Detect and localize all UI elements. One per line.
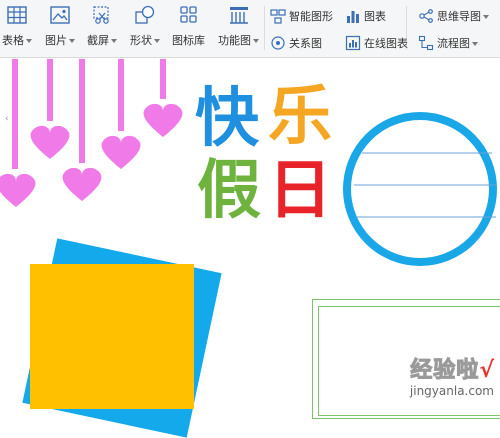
heart-shape — [30, 125, 70, 159]
onlinechart-button[interactable]: 在线图表 — [345, 35, 408, 51]
smartart-label: 智能图形 — [289, 10, 333, 23]
chart-button[interactable]: 图表 — [345, 8, 386, 24]
shape-button[interactable]: 形状 — [130, 4, 160, 47]
bar-chart-icon — [345, 8, 361, 24]
smartart-icon — [270, 8, 286, 24]
heart-string — [79, 59, 85, 163]
picture-label: 图片 — [45, 34, 67, 47]
chart-label: 图表 — [364, 10, 386, 23]
mindmap-label: 思维导图 — [437, 10, 481, 23]
iconlib-label: 图标库 — [172, 34, 205, 47]
flowchart-icon — [418, 35, 434, 51]
heart-string — [12, 59, 18, 169]
title-char-kuai[interactable]: 快 — [195, 87, 259, 151]
flowchart-label: 流程图 — [437, 37, 470, 50]
chevron-down-icon — [154, 39, 160, 43]
hanging-hearts[interactable] — [0, 59, 200, 219]
chevron-down-icon — [111, 39, 117, 43]
flowchart-button[interactable]: 流程图 — [418, 35, 478, 51]
chevron-down-icon — [483, 15, 489, 19]
heart-shape — [143, 103, 183, 137]
chevron-down-icon — [253, 39, 259, 43]
title-char-le[interactable]: 乐 — [268, 85, 332, 149]
mindmap-button[interactable]: 思维导图 — [418, 8, 489, 24]
relation-icon — [270, 35, 286, 51]
onlinechart-label: 在线图表 — [364, 37, 408, 50]
heart-shape — [101, 135, 141, 169]
picture-icon — [49, 4, 71, 26]
chevron-down-icon — [472, 42, 478, 46]
smartart-button[interactable]: 智能图形 — [270, 8, 333, 24]
heart-shape — [0, 173, 36, 207]
chevron-down-icon — [69, 39, 75, 43]
heart-string — [118, 59, 124, 131]
funcchart-button[interactable]: 功能图 — [218, 4, 259, 47]
relation-label: 关系图 — [289, 37, 322, 50]
watermark-url: jingyanla.com — [409, 384, 494, 398]
watermark-check-icon: √ — [479, 358, 494, 383]
function-chart-icon — [228, 4, 250, 26]
document-canvas[interactable]: ‹ 快 乐 假 日 经验啦√ jingyanla.com — [0, 59, 500, 438]
table-icon — [6, 4, 28, 26]
title-char-ri[interactable]: 日 — [268, 159, 332, 223]
online-chart-icon — [345, 35, 361, 51]
icon-library-icon — [178, 4, 200, 26]
picture-button[interactable]: 图片 — [45, 4, 75, 47]
shape-label: 形状 — [130, 34, 152, 47]
toolbar-divider — [264, 6, 265, 50]
table-button[interactable]: 表格 — [2, 4, 32, 47]
relation-button[interactable]: 关系图 — [270, 35, 322, 51]
heart-shape — [62, 167, 102, 201]
heart-string — [47, 59, 53, 121]
orange-square[interactable] — [30, 264, 194, 409]
lined-circle[interactable] — [340, 109, 500, 289]
funcchart-label: 功能图 — [218, 34, 251, 47]
mindmap-icon — [418, 8, 434, 24]
watermark: 经验啦√ jingyanla.com — [409, 352, 494, 399]
scissors-icon — [91, 4, 113, 26]
circle-border — [343, 112, 497, 266]
shapes-icon — [134, 4, 156, 26]
ribbon-toolbar: 表格 图片 截屏 形状 图标库 功能图 智能图形 图表 思维导图 关系图 在线图… — [0, 0, 500, 58]
screenshot-label: 截屏 — [87, 34, 109, 47]
title-char-jia[interactable]: 假 — [197, 159, 261, 223]
table-label: 表格 — [2, 34, 24, 47]
chevron-down-icon — [26, 39, 32, 43]
heart-string — [160, 59, 166, 99]
iconlib-button[interactable]: 图标库 — [172, 4, 205, 47]
screenshot-button[interactable]: 截屏 — [87, 4, 117, 47]
watermark-text: 经验啦 — [410, 358, 480, 384]
